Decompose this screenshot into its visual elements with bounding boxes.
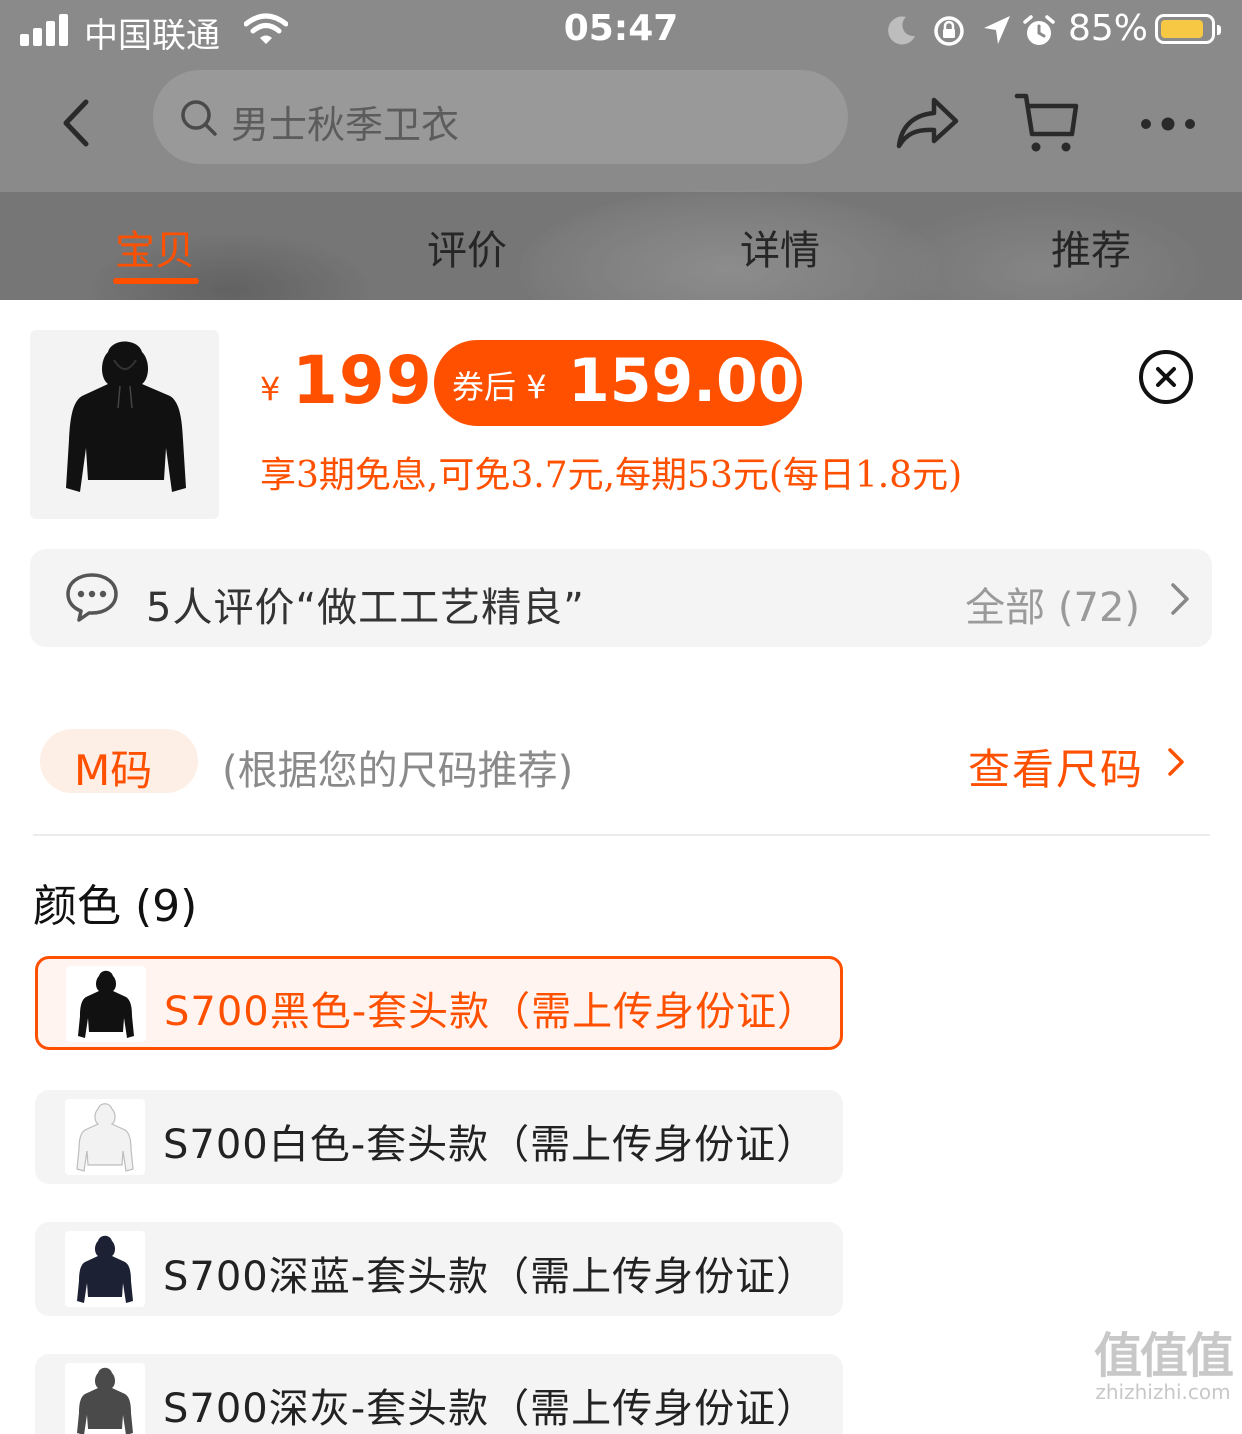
search-input[interactable]: 男士秋季卫衣 [153,70,848,164]
original-price: 199 [292,342,433,419]
coupon-label: 券后 ¥ [452,368,547,406]
active-tab-indicator [113,278,199,284]
review-summary-bar[interactable]: 5人评价“做工工艺精良” 全部 (72) [30,549,1212,647]
alarm-icon [1023,15,1055,45]
close-button[interactable] [1139,350,1193,404]
status-bar: 中国联通 05:47 85% [0,0,1242,64]
color-option-label: S700黑色-套头款（需上传身份证） [164,989,819,1035]
color-option[interactable]: S700深灰-套头款（需上传身份证） [35,1354,843,1434]
color-thumbnail [65,1231,145,1307]
page-background-dimmed: 中国联通 05:47 85% 男士秋季卫衣 宝贝 评价 详情 推荐 [0,0,1242,300]
color-section-title: 颜色 (9) [33,881,198,932]
color-option-label: S700白色-套头款（需上传身份证） [163,1122,818,1168]
installment-info: 享3期免息,可免3.7元,每期53元(每日1.8元) [260,455,963,496]
tab-details[interactable]: 详情 [680,218,880,276]
battery-fill [1161,20,1203,38]
color-thumbnail [66,966,146,1042]
location-icon [984,16,1010,44]
chevron-right-icon [1171,583,1189,615]
review-highlight: 5人评价“做工工艺精良” [146,585,585,631]
tab-recommend[interactable]: 推荐 [991,218,1191,276]
size-recommendation-note: (根据您的尺码推荐) [222,748,574,794]
share-icon[interactable] [896,94,960,152]
moon-icon [888,16,915,45]
color-option-label: S700深蓝-套头款（需上传身份证） [163,1254,818,1300]
black-hoodie-image [66,341,186,492]
chevron-right-icon [1168,748,1184,776]
color-option-label: S700深灰-套头款（需上传身份证） [163,1386,818,1432]
color-thumbnail [65,1363,145,1434]
battery-percent: 85% [1068,8,1149,49]
all-reviews-link[interactable]: 全部 (72) [965,575,1140,633]
cart-icon[interactable] [1014,92,1080,156]
color-thumbnail [65,1099,145,1175]
color-option[interactable]: S700黑色-套头款（需上传身份证） [35,956,843,1050]
coupon-price-badge: 券后 ¥ 159.00 [434,340,802,426]
more-icon[interactable] [1138,114,1198,134]
close-icon [1156,367,1176,387]
tab-baby[interactable]: 宝贝 [55,218,255,276]
divider [33,834,1210,836]
back-icon[interactable] [52,92,102,154]
tab-reviews[interactable]: 评价 [367,218,567,276]
price-currency: ¥ [260,370,281,408]
chat-bubble-icon [66,573,118,622]
watermark: 值值值 zhizhizhi.com [1093,1328,1234,1404]
color-option[interactable]: S700白色-套头款（需上传身份证） [35,1090,843,1184]
search-icon [181,100,217,136]
search-placeholder: 男士秋季卫衣 [231,103,460,147]
color-option[interactable]: S700深蓝-套头款（需上传身份证） [35,1222,843,1316]
coupon-price: 159.00 [568,346,800,416]
view-size-chart-link[interactable]: 查看尺码 [968,736,1144,797]
sku-selection-sheet: ¥ 199 券后 ¥ 159.00 享3期免息,可免3.7元,每期53元(每日1… [0,300,1242,1434]
battery-icon [1155,14,1221,44]
rotation-lock-icon [934,16,964,46]
product-thumbnail[interactable] [30,330,219,519]
recommended-size-badge[interactable]: M码 [40,729,198,795]
